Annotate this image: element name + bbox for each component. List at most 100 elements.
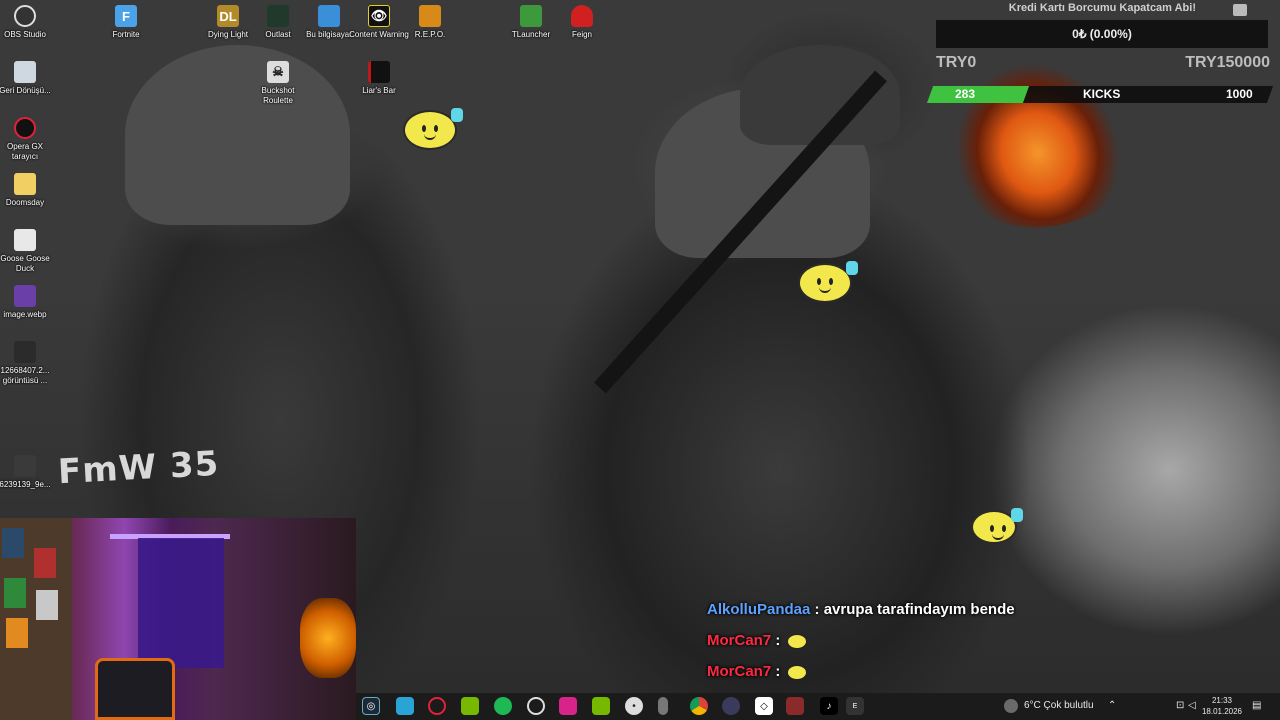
desktop-icon-goose-goose-duck[interactable]: Goose Goose Duck	[0, 229, 55, 274]
bee-mascot	[971, 508, 1023, 544]
desktop-icon-image-webp[interactable]: image.webp	[0, 285, 55, 320]
weather-icon[interactable]	[1004, 699, 1018, 713]
obs-icon[interactable]	[527, 697, 545, 715]
desktop-icon-label: Goose Goose Duck	[0, 254, 50, 273]
volume-icon[interactable]: ◁	[1188, 700, 1196, 711]
fortnite-icon: F	[115, 5, 137, 27]
desktop-icon-label: R.E.P.O.	[414, 30, 446, 39]
computer-icon	[318, 5, 340, 27]
goal-title: Kredi Kartı Borcumu Kapatcam Abi!	[1008, 2, 1196, 14]
chevron-up-icon[interactable]: ⌃	[1108, 700, 1116, 711]
wall-posters	[0, 518, 72, 720]
desktop-icon-repo[interactable]: R.E.P.O.	[400, 5, 460, 40]
opera-gx-icon[interactable]	[428, 697, 446, 715]
discord-icon[interactable]: •	[625, 697, 643, 715]
kicks-current: 283	[955, 87, 976, 101]
desktop-icon-feign[interactable]: Feign	[552, 5, 612, 40]
webcam-feed	[0, 518, 356, 720]
chrome-icon[interactable]	[690, 697, 708, 715]
buckshot-icon: ☠	[267, 61, 289, 83]
desktop-icon-label: OBS Studio	[4, 30, 46, 39]
network-icon[interactable]: ⊡	[1176, 700, 1184, 711]
desktop-icon-label: 12668407.2... görüntüsü ...	[0, 366, 50, 385]
nvidia-icon[interactable]	[592, 697, 610, 715]
outlast-icon	[267, 5, 289, 27]
bee-emote-icon	[786, 664, 807, 680]
image-file-icon	[14, 341, 36, 363]
poster	[4, 578, 26, 608]
desktop-icon-label: Fortnite	[112, 30, 140, 39]
notification-icon[interactable]: ▤	[1252, 700, 1261, 711]
goal-amount-box: 0₺ (0.00%)	[936, 20, 1268, 48]
window-curtain	[138, 538, 224, 668]
kicks-max: 1000	[1226, 87, 1253, 101]
desktop-icon-label: image.webp	[3, 310, 47, 319]
poster	[36, 590, 58, 620]
bee-mascot	[798, 261, 858, 303]
repo-icon	[419, 5, 441, 27]
desktop-icon-label: 6239139_9e...	[0, 480, 51, 489]
steam-icon[interactable]: ◎	[362, 697, 380, 715]
obs-icon	[14, 5, 36, 27]
clock[interactable]: 21:33 18.01.2026	[1200, 695, 1244, 717]
feign-icon	[571, 5, 593, 27]
recycle-bin-icon	[14, 61, 36, 83]
desktop-icon-label: Opera GX tarayıcı	[6, 142, 43, 161]
chat-message: AlkolluPandaa : avrupa tarafindayım bend…	[707, 601, 1015, 618]
desktop-icon-label: Outlast	[265, 30, 291, 39]
chat-message: MorCan7 :	[707, 663, 807, 680]
capcut-icon[interactable]: ◇	[755, 697, 773, 715]
goal-min: TRY0	[936, 54, 977, 71]
desktop-icon-label: TLauncher	[511, 30, 551, 39]
poster	[2, 528, 24, 558]
chat-username: MorCan7	[707, 632, 772, 649]
weather-text[interactable]: 6°C Çok bulutlu	[1024, 700, 1094, 711]
liars-bar-icon	[368, 61, 390, 83]
goal-widget-icon	[1233, 4, 1247, 16]
desktop-icon-liars-bar[interactable]: Liar's Bar	[349, 61, 409, 96]
desktop-icon-label: Bu bilgisayar	[306, 30, 352, 39]
goose-icon	[14, 229, 36, 251]
chat-message: MorCan7 :	[707, 632, 807, 649]
opera-gx-icon	[14, 117, 36, 139]
app-icon[interactable]	[786, 697, 804, 715]
folder-icon	[14, 173, 36, 195]
chat-username: AlkolluPandaa	[707, 601, 811, 618]
bee-mascot	[403, 108, 463, 150]
epic-games-icon[interactable]: E	[846, 697, 864, 715]
tlauncher-icon	[520, 5, 542, 27]
desktop-icon-image-file[interactable]: 6239139_9e...	[0, 455, 55, 490]
app-icon[interactable]	[722, 697, 740, 715]
desktop-icon-fortnite[interactable]: F Fortnite	[96, 5, 156, 40]
desktop-icon-label: Feign	[571, 30, 592, 39]
desktop-icon-recycle-bin[interactable]: Geri Dönüşü...	[0, 61, 55, 96]
image-file-icon	[14, 285, 36, 307]
microphone-icon[interactable]	[658, 697, 668, 715]
poster	[34, 548, 56, 578]
photos-icon[interactable]	[396, 697, 414, 715]
desktop-icon-screenshot[interactable]: 12668407.2... görüntüsü ...	[0, 341, 55, 386]
image-file-icon	[14, 455, 36, 477]
desktop-icon-opera-gx[interactable]: Opera GX tarayıcı	[0, 117, 55, 162]
desktop-icon-buckshot-roulette[interactable]: ☠ Buckshot Roulette	[248, 61, 308, 106]
desktop-icon-label: Dying Light	[207, 30, 249, 39]
clock-time: 21:33	[1211, 696, 1233, 705]
desktop-icon-obs[interactable]: OBS Studio	[0, 5, 55, 40]
clock-date: 18.01.2026	[1201, 707, 1243, 716]
nvidia-icon[interactable]	[461, 697, 479, 715]
tiktok-icon[interactable]: ♪	[820, 697, 838, 715]
wallpaper-marking: FmW 35	[57, 443, 221, 493]
desktop-icon-label: Liar's Bar	[362, 86, 396, 95]
goal-max: TRY150000	[1185, 54, 1270, 71]
chat-separator: :	[775, 632, 781, 649]
desktop-icon-label: Doomsday	[5, 198, 45, 207]
bee-emote-icon	[786, 633, 807, 649]
content-warning-icon: 👁	[368, 5, 390, 27]
spotify-icon[interactable]	[494, 697, 512, 715]
goal-amount: 0₺ (0.00%)	[1072, 27, 1132, 41]
instagram-icon[interactable]	[559, 697, 577, 715]
desktop-icon-label: Geri Dönüşü...	[0, 86, 51, 95]
desktop-icon-doomsday[interactable]: Doomsday	[0, 173, 55, 208]
chat-separator: :	[814, 601, 820, 618]
dying-light-icon: DL	[217, 5, 239, 27]
